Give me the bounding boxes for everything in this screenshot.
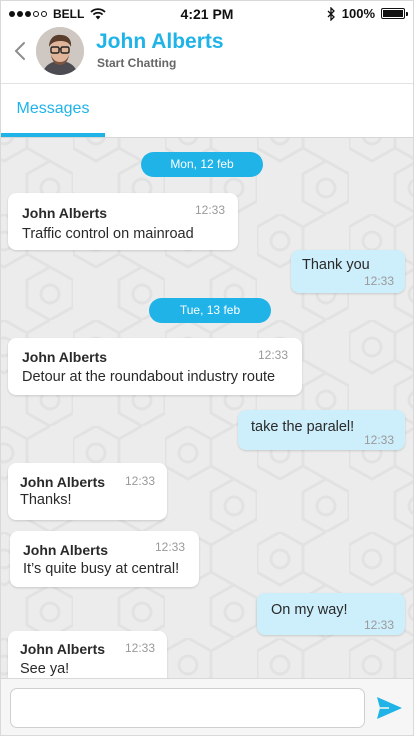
message-sender: John Alberts [20, 641, 106, 657]
chat-area[interactable]: Mon, 12 feb John Alberts 12:33 Traffic c… [1, 138, 413, 678]
message-bubble-incoming[interactable]: John Alberts 12:33 Thanks! [8, 463, 167, 520]
status-right: 100% [327, 6, 408, 21]
chat-header: John Alberts Start Chatting [1, 27, 413, 83]
status-bar: BELL 4:21 PM 100% [1, 1, 413, 27]
battery-icon [381, 8, 408, 19]
message-time: 12:33 [155, 540, 186, 554]
message-text: It’s quite busy at central! [23, 561, 180, 577]
message-text: See ya! [20, 661, 70, 677]
message-bubble-outgoing[interactable]: Thank you 12:33 [291, 250, 405, 293]
message-sender: John Alberts [22, 349, 108, 365]
message-bubble-incoming[interactable]: John Alberts 12:33 Detour at the roundab… [8, 338, 302, 395]
composer-bar [1, 678, 413, 735]
date-label: Mon, 12 feb [170, 157, 234, 171]
tab-messages[interactable]: Messages [1, 84, 105, 137]
tab-messages-label: Messages [16, 100, 90, 117]
contact-subtitle: Start Chatting [97, 56, 177, 70]
bluetooth-icon [327, 6, 335, 21]
back-chevron-icon[interactable] [11, 39, 31, 63]
contact-name: John Alberts [96, 30, 224, 53]
message-text: On my way! [271, 602, 348, 618]
date-separator: Tue, 13 feb [149, 298, 271, 323]
message-text: take the paralel! [251, 419, 355, 435]
message-sender: John Alberts [22, 205, 108, 221]
avatar[interactable] [36, 27, 84, 75]
date-label: Tue, 13 feb [179, 303, 241, 317]
message-text: Detour at the roundabout industry route [22, 369, 276, 385]
message-text: Thanks! [20, 492, 72, 508]
battery-percent: 100% [341, 6, 375, 21]
message-text: Thank you [302, 257, 370, 273]
message-time: 12:33 [125, 641, 156, 655]
message-bubble-outgoing[interactable]: take the paralel! 12:33 [238, 410, 405, 450]
message-text: Traffic control on mainroad [22, 226, 194, 242]
message-bubble-incoming[interactable]: John Alberts 12:33 Traffic control on ma… [8, 193, 238, 250]
phone-screen: BELL 4:21 PM 100% John Alberts Start Cha… [0, 0, 414, 736]
message-sender: John Alberts [23, 542, 109, 558]
message-time: 12:33 [364, 433, 395, 447]
tab-bar: Messages [1, 84, 413, 137]
message-time: 12:33 [364, 274, 395, 288]
message-time: 12:33 [364, 618, 395, 632]
date-separator: Mon, 12 feb [141, 152, 263, 177]
avatar-portrait-icon [36, 27, 84, 75]
message-sender: John Alberts [20, 474, 106, 490]
message-time: 12:33 [195, 203, 226, 217]
message-bubble-incoming[interactable]: John Alberts 12:33 It’s quite busy at ce… [10, 531, 199, 587]
send-icon[interactable] [375, 695, 403, 721]
message-bubble-incoming[interactable]: John Alberts 12:33 See ya! [8, 631, 167, 678]
message-time: 12:33 [125, 474, 156, 488]
message-bubble-outgoing[interactable]: On my way! 12:33 [257, 593, 405, 635]
message-time: 12:33 [258, 348, 289, 362]
message-input[interactable] [10, 688, 365, 728]
